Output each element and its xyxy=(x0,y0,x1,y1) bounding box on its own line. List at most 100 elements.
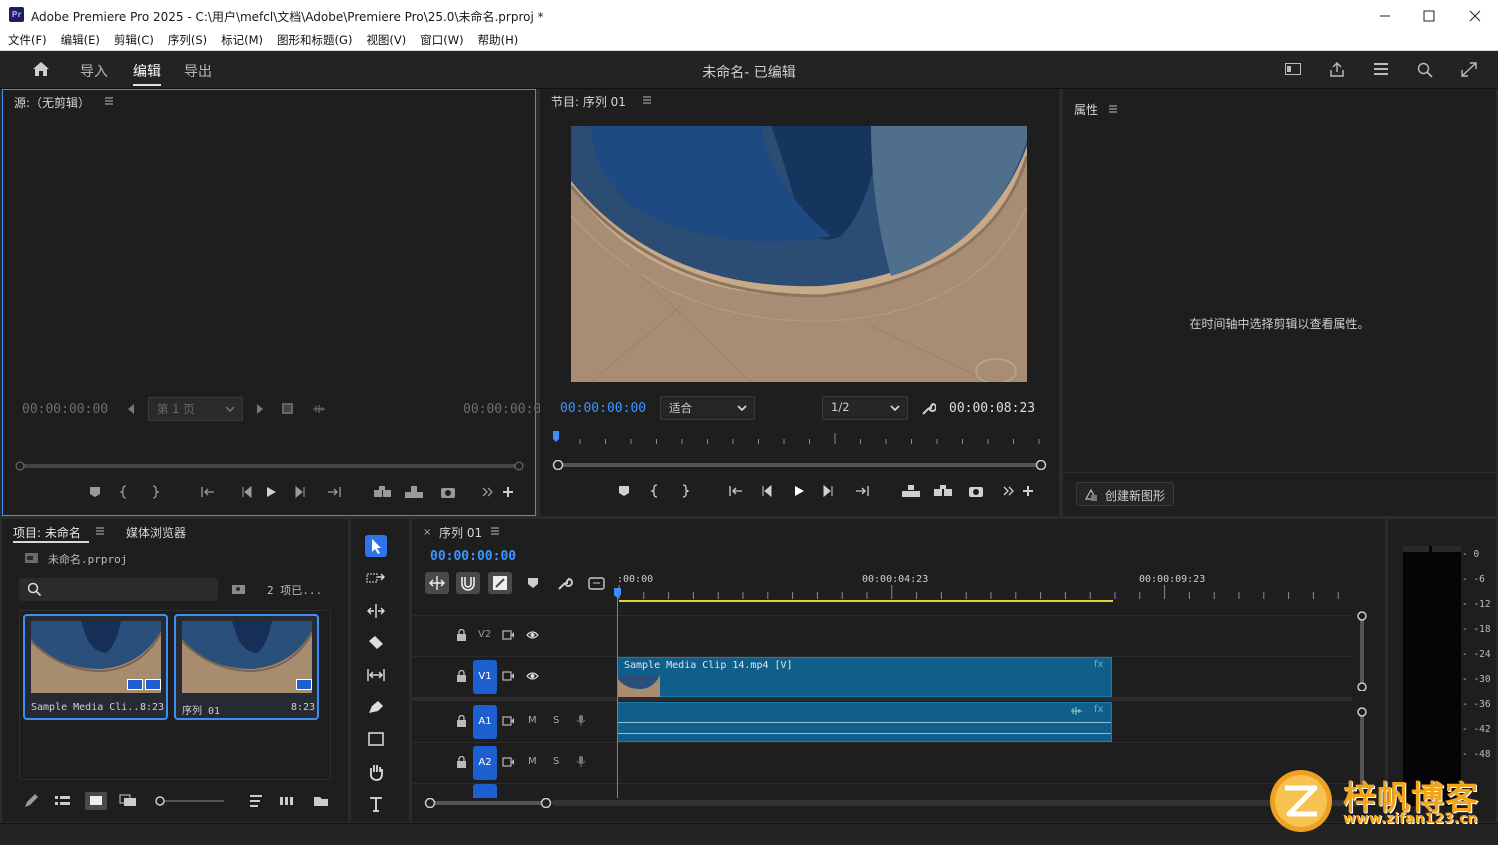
search-icon xyxy=(1417,62,1433,78)
video-tracks-scrollbar[interactable] xyxy=(1357,611,1367,691)
menu-sequence[interactable]: 序列(S) xyxy=(168,31,207,50)
track-label-v1[interactable]: V1 xyxy=(473,660,497,694)
hand-tool[interactable] xyxy=(367,763,385,781)
create-new-graphic-button[interactable]: 创建新图形 xyxy=(1076,482,1174,506)
freeform-view-icon xyxy=(119,794,136,806)
maximize-button[interactable] xyxy=(1406,0,1452,31)
v1-sync-icon[interactable] xyxy=(502,671,515,681)
program-panel-menu[interactable] xyxy=(642,95,652,105)
close-window-button[interactable] xyxy=(1452,0,1498,31)
program-resolution-select[interactable]: 1/2 xyxy=(822,396,908,420)
a2-voiceover-icon[interactable] xyxy=(576,755,586,768)
type-tool[interactable] xyxy=(368,795,386,813)
menu-file[interactable]: 文件(F) xyxy=(8,31,47,50)
source-page-select[interactable]: 第 1 页 xyxy=(148,397,243,421)
workspace-layout-button[interactable] xyxy=(1284,61,1302,77)
selection-tool[interactable] xyxy=(365,535,387,557)
track-label-a2[interactable]: A2 xyxy=(473,746,497,780)
menu-window[interactable]: 窗口(W) xyxy=(420,31,463,50)
project-file-name: 未命名.prproj xyxy=(48,553,128,566)
workspaces-button[interactable] xyxy=(1372,61,1390,77)
search-icon xyxy=(27,582,42,597)
razor-tool[interactable] xyxy=(367,635,385,651)
more-icon xyxy=(482,487,493,497)
menu-markers[interactable]: 标记(M) xyxy=(221,31,263,50)
project-panel-menu[interactable] xyxy=(95,526,105,536)
program-fit-select[interactable]: 适合 xyxy=(660,396,755,420)
project-toolbar-icons xyxy=(25,792,328,810)
v2-sync-icon[interactable] xyxy=(502,630,515,640)
video-clip[interactable]: Sample Media Clip 14.mp4 [V] fx xyxy=(617,657,1112,697)
track-select-tool[interactable] xyxy=(366,571,386,587)
menu-edit[interactable]: 编辑(E) xyxy=(61,31,100,50)
menu-clip[interactable]: 剪辑(C) xyxy=(114,31,154,50)
track-divider xyxy=(412,615,1352,616)
a2-solo-button[interactable]: S xyxy=(553,756,559,767)
ripple-edit-tool[interactable] xyxy=(366,603,386,619)
track-label-a3-partial[interactable] xyxy=(473,784,497,798)
program-settings-button[interactable] xyxy=(921,401,936,416)
timeline-playhead-timecode[interactable]: 00:00:00:00 xyxy=(430,549,516,564)
rectangle-tool[interactable] xyxy=(367,731,385,747)
menu-help[interactable]: 帮助(H) xyxy=(478,31,519,50)
tab-media-browser[interactable]: 媒体浏览器 xyxy=(126,524,186,541)
work-area-bar[interactable] xyxy=(619,600,1113,602)
a1-solo-button[interactable]: S xyxy=(553,715,559,726)
linked-selection-icon xyxy=(493,576,507,590)
a1-voiceover-icon[interactable] xyxy=(576,714,586,727)
timeline-settings-icon xyxy=(558,577,573,590)
a2-lock-icon[interactable] xyxy=(456,756,467,768)
pen-tool[interactable] xyxy=(367,699,385,715)
program-time-ruler[interactable] xyxy=(552,429,1047,449)
track-label-a1[interactable]: A1 xyxy=(473,705,497,739)
menu-graphics[interactable]: 图形和标题(G) xyxy=(277,31,352,50)
project-item-sequence[interactable]: 序列 01 8:23 xyxy=(174,614,319,720)
timeline-panel-menu[interactable] xyxy=(490,526,500,536)
track-select-icon xyxy=(366,573,385,583)
v1-lock-icon[interactable] xyxy=(456,670,467,682)
v1-eye-icon[interactable] xyxy=(526,671,539,681)
source-next-page-button[interactable] xyxy=(255,403,265,415)
close-sequence-tab-icon[interactable]: × xyxy=(423,527,431,538)
timeline-scroll-track[interactable] xyxy=(552,800,1362,806)
source-safe-margins-button[interactable] xyxy=(281,402,294,415)
program-playhead-timecode[interactable]: 00:00:00:00 xyxy=(560,401,646,416)
source-zoom-scrollbar[interactable] xyxy=(15,461,525,471)
sequence-tab[interactable]: 序列 01 xyxy=(439,524,482,541)
fullscreen-button[interactable] xyxy=(1460,61,1478,78)
a1-lock-icon[interactable] xyxy=(456,715,467,727)
a2-sync-icon[interactable] xyxy=(502,757,515,767)
quick-search-button[interactable] xyxy=(1416,61,1434,78)
source-prev-page-button[interactable] xyxy=(126,403,136,415)
menu-view[interactable]: 视图(V) xyxy=(366,31,406,50)
track-divider xyxy=(412,742,1352,743)
project-item-clip[interactable]: Sample Media Cli... 8:23 xyxy=(23,614,168,720)
a1-sync-icon[interactable] xyxy=(502,716,515,726)
minimize-button[interactable] xyxy=(1362,0,1408,31)
source-panel-menu[interactable] xyxy=(104,96,114,106)
v2-lock-icon[interactable] xyxy=(456,629,467,641)
playhead-handle-icon xyxy=(614,588,621,598)
a2-mute-button[interactable]: M xyxy=(528,756,537,767)
hamburger-icon xyxy=(1109,105,1117,113)
project-item-duration: 8:23 xyxy=(291,702,316,713)
v2-eye-icon[interactable] xyxy=(526,630,539,640)
new-bin-from-search-button[interactable] xyxy=(231,583,246,595)
a1-mute-button[interactable]: M xyxy=(528,715,537,726)
slip-tool[interactable] xyxy=(366,667,386,683)
video-frame-image xyxy=(571,126,1027,382)
go-to-in-icon xyxy=(729,486,742,496)
properties-menu[interactable] xyxy=(1108,104,1118,114)
timeline-zoom-scrollbar[interactable] xyxy=(424,798,554,808)
tab-project[interactable]: 项目: 未命名 xyxy=(13,524,81,541)
track-label-v2[interactable]: V2 xyxy=(478,629,491,640)
program-zoom-scrollbar[interactable] xyxy=(552,460,1047,470)
program-video-frame[interactable] xyxy=(571,126,1027,382)
source-audio-scrub-button[interactable] xyxy=(312,404,326,414)
audio-clip[interactable]: fx xyxy=(617,702,1112,742)
project-search-input[interactable] xyxy=(19,578,218,601)
wrench-icon xyxy=(922,402,936,415)
program-monitor-panel: 节目: 序列 01 00:00:00:00 适合 1/2 00:00:08:23 xyxy=(540,89,1059,516)
playhead-line[interactable] xyxy=(617,591,618,798)
share-button[interactable] xyxy=(1328,61,1346,78)
